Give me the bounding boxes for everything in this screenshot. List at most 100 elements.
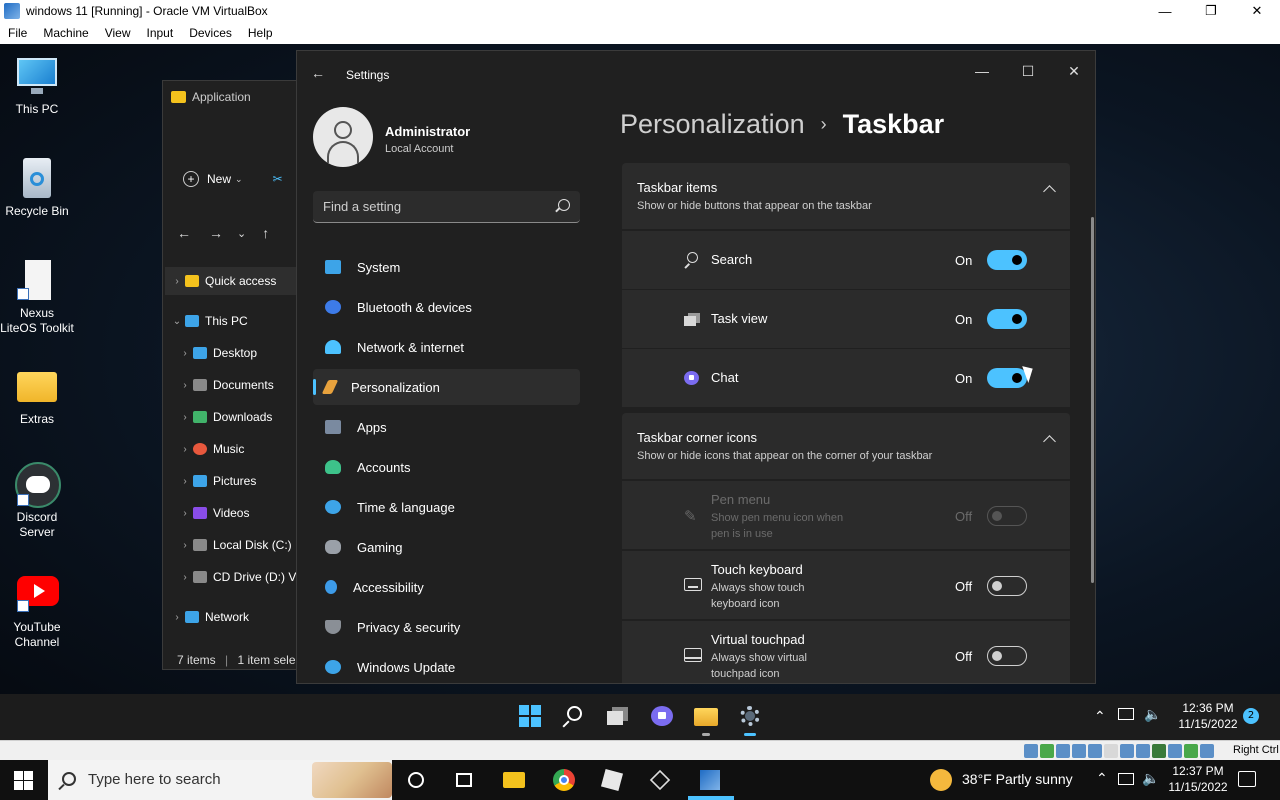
- virtual-touchpad-toggle[interactable]: [987, 646, 1027, 666]
- network-icon[interactable]: [1118, 773, 1134, 785]
- settings-window[interactable]: ← Settings — ☐ ✕ Administrator Local Acc…: [296, 50, 1096, 684]
- shared-folder-icon[interactable]: [1104, 744, 1118, 758]
- back-arrow-icon[interactable]: ←: [177, 225, 191, 241]
- chevron-up-icon[interactable]: ⌃: [1094, 708, 1106, 725]
- tree-item-downloads[interactable]: › Downloads: [177, 407, 272, 427]
- tree-item-music[interactable]: › Music: [177, 439, 244, 459]
- settings-close-button[interactable]: ✕: [1051, 57, 1095, 85]
- nav-item-network-internet[interactable]: Network & internet: [313, 329, 580, 365]
- file-explorer-icon[interactable]: [502, 768, 526, 792]
- breadcrumb-parent[interactable]: Personalization: [620, 109, 805, 140]
- settings-gear-icon[interactable]: [738, 704, 762, 736]
- settings-minimize-button[interactable]: —: [959, 57, 1005, 85]
- nav-item-system[interactable]: System: [313, 249, 580, 285]
- tree-item-desktop[interactable]: › Desktop: [177, 343, 257, 363]
- settings-search-box[interactable]: [313, 191, 580, 223]
- network-icon[interactable]: [1072, 744, 1086, 758]
- host-close-button[interactable]: ✕: [1234, 0, 1280, 22]
- guest-clock[interactable]: 12:36 PM 11/15/2022: [1170, 700, 1246, 732]
- desktop-icon-this-pc[interactable]: This PC: [0, 54, 74, 117]
- virtualbox-cube-icon[interactable]: [648, 768, 672, 792]
- menu-input[interactable]: Input: [139, 26, 182, 40]
- desktop-icon-discord-server[interactable]: Discord Server: [0, 462, 74, 540]
- search-toggle[interactable]: [987, 250, 1027, 270]
- cpu-icon[interactable]: [1152, 744, 1166, 758]
- cortana-icon[interactable]: [404, 768, 428, 792]
- nav-item-windows-update[interactable]: Windows Update: [313, 649, 580, 683]
- search-input[interactable]: [323, 191, 543, 221]
- tree-item-videos[interactable]: › Videos: [177, 503, 249, 523]
- notification-icon[interactable]: [1238, 771, 1256, 787]
- recording-icon[interactable]: [1136, 744, 1150, 758]
- forward-arrow-icon[interactable]: →: [209, 225, 223, 241]
- tree-item-network[interactable]: › Network: [169, 607, 249, 627]
- notification-badge[interactable]: 2: [1243, 708, 1259, 724]
- tree-item-cd-drive[interactable]: › CD Drive (D:) V: [177, 567, 296, 587]
- optical-drive-icon[interactable]: [1040, 744, 1054, 758]
- virtualbox-icon[interactable]: [688, 768, 734, 800]
- settings-scrollbar[interactable]: [1091, 217, 1094, 583]
- nav-item-bluetooth-devices[interactable]: Bluetooth & devices: [313, 289, 580, 325]
- windows-start-icon[interactable]: [518, 704, 542, 728]
- weather-text[interactable]: 38°F Partly sunny: [962, 771, 1073, 787]
- tree-item-quick-access[interactable]: › Quick access: [169, 271, 276, 291]
- tree-item-pictures[interactable]: › Pictures: [177, 471, 256, 491]
- cut-icon[interactable]: ✂: [273, 172, 283, 186]
- nav-item-accessibility[interactable]: Accessibility: [313, 569, 580, 605]
- roblox-icon[interactable]: [600, 768, 624, 792]
- nav-item-accounts[interactable]: Accounts: [313, 449, 580, 485]
- volume-icon[interactable]: 🔈: [1144, 706, 1161, 723]
- search-icon[interactable]: [562, 704, 586, 728]
- nav-item-personalization[interactable]: Personalization: [313, 369, 580, 405]
- host-restore-button[interactable]: ❐: [1188, 0, 1234, 22]
- menu-devices[interactable]: Devices: [181, 26, 240, 40]
- section-corner-icons-header[interactable]: Taskbar corner icons Show or hide icons …: [622, 413, 1070, 479]
- wifi-icon: [325, 340, 341, 354]
- volume-icon[interactable]: 🔈: [1142, 770, 1159, 787]
- desktop-icon-extras[interactable]: Extras: [0, 364, 74, 427]
- windows-start-icon[interactable]: [12, 768, 36, 792]
- touch-keyboard-toggle[interactable]: [987, 576, 1027, 596]
- up-arrow-icon[interactable]: ↑: [262, 225, 269, 241]
- desktop-icon-recycle-bin[interactable]: Recycle Bin: [0, 156, 74, 219]
- nav-item-time-language[interactable]: Time & language: [313, 489, 580, 525]
- tree-item-documents[interactable]: › Documents: [177, 375, 273, 395]
- chevron-down-icon[interactable]: ⌄: [237, 227, 246, 240]
- network-icon[interactable]: [1118, 708, 1134, 723]
- chat-toggle[interactable]: [987, 368, 1027, 388]
- desktop-icon-nexus-liteos-toolkit[interactable]: Nexus LiteOS Toolkit: [0, 258, 74, 336]
- tree-item-this-pc[interactable]: ⌄ This PC: [169, 311, 248, 331]
- task-view-icon[interactable]: [452, 768, 476, 792]
- task-view-icon[interactable]: [606, 704, 630, 728]
- mouse-integration-icon[interactable]: [1168, 744, 1182, 758]
- audio-icon[interactable]: [1056, 744, 1070, 758]
- menu-view[interactable]: View: [97, 26, 139, 40]
- keyboard-icon[interactable]: [1184, 744, 1198, 758]
- host-clock[interactable]: 12:37 PM 11/15/2022: [1160, 763, 1236, 795]
- display-icon[interactable]: [1120, 744, 1134, 758]
- menu-machine[interactable]: Machine: [35, 26, 96, 40]
- chevron-up-icon[interactable]: ⌃: [1096, 770, 1108, 787]
- file-explorer-window[interactable]: Application + New ⌄ ✂ ← → ⌄ ↑ › Quick acc…: [162, 80, 303, 670]
- menu-file[interactable]: File: [0, 26, 35, 40]
- chat-icon[interactable]: [650, 704, 674, 728]
- usb-icon[interactable]: [1088, 744, 1102, 758]
- nav-item-apps[interactable]: Apps: [313, 409, 580, 445]
- back-arrow-icon[interactable]: ←: [311, 65, 325, 81]
- new-button[interactable]: New: [207, 172, 231, 186]
- host-search-box[interactable]: Type here to search: [48, 760, 392, 800]
- settings-maximize-button[interactable]: ☐: [1005, 57, 1051, 85]
- chrome-icon[interactable]: [552, 768, 576, 792]
- nav-item-gaming[interactable]: Gaming: [313, 529, 580, 565]
- desktop-icon-youtube-channel[interactable]: YouTube Channel: [0, 572, 74, 650]
- file-explorer-icon[interactable]: [694, 704, 718, 736]
- host-key-icon[interactable]: [1200, 744, 1214, 758]
- menu-help[interactable]: Help: [240, 26, 281, 40]
- hard-disk-icon[interactable]: [1024, 744, 1038, 758]
- task-view-toggle[interactable]: [987, 309, 1027, 329]
- tree-item-local-disk[interactable]: › Local Disk (C:): [177, 535, 291, 555]
- host-minimize-button[interactable]: —: [1142, 0, 1188, 22]
- section-taskbar-items-header[interactable]: Taskbar items Show or hide buttons that …: [622, 163, 1070, 229]
- avatar[interactable]: [313, 107, 373, 167]
- nav-item-privacy-security[interactable]: Privacy & security: [313, 609, 580, 645]
